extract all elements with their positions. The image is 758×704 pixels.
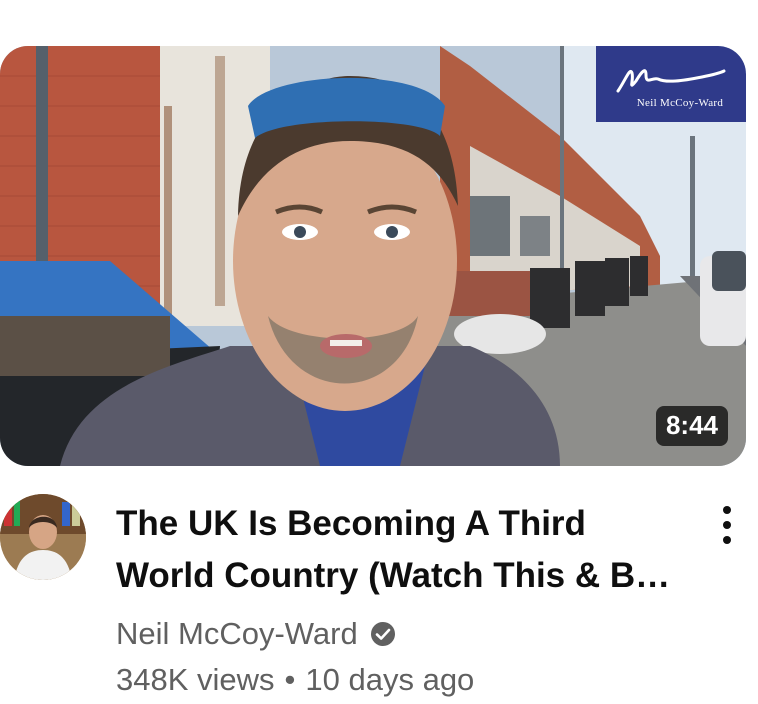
verified-check-icon <box>370 622 395 646</box>
meta-separator: • <box>284 662 296 697</box>
more-actions-button[interactable] <box>705 500 749 550</box>
avatar-image <box>0 494 86 580</box>
duration-badge: 8:44 <box>655 406 728 446</box>
channel-name[interactable]: Neil McCoy-Ward <box>116 616 358 652</box>
channel-avatar[interactable] <box>0 494 86 580</box>
video-title[interactable]: The UK Is Becoming A Third World Country… <box>116 498 676 602</box>
video-metadata: 348K views • 10 days ago <box>116 662 474 698</box>
channel-row[interactable]: Neil McCoy-Ward <box>116 612 396 656</box>
channel-watermark-logo: Neil McCoy-Ward <box>596 46 746 122</box>
upload-age: 10 days ago <box>305 662 475 697</box>
signature-logo-icon <box>616 69 726 93</box>
logo-text: Neil McCoy-Ward <box>636 97 724 109</box>
vertical-ellipsis-icon <box>723 506 731 544</box>
view-count: 348K views <box>116 662 275 697</box>
video-thumbnail[interactable]: Neil McCoy-Ward 8:44 <box>0 46 746 466</box>
video-card[interactable]: Neil McCoy-Ward 8:44 The UK Is Becoming … <box>0 0 758 704</box>
